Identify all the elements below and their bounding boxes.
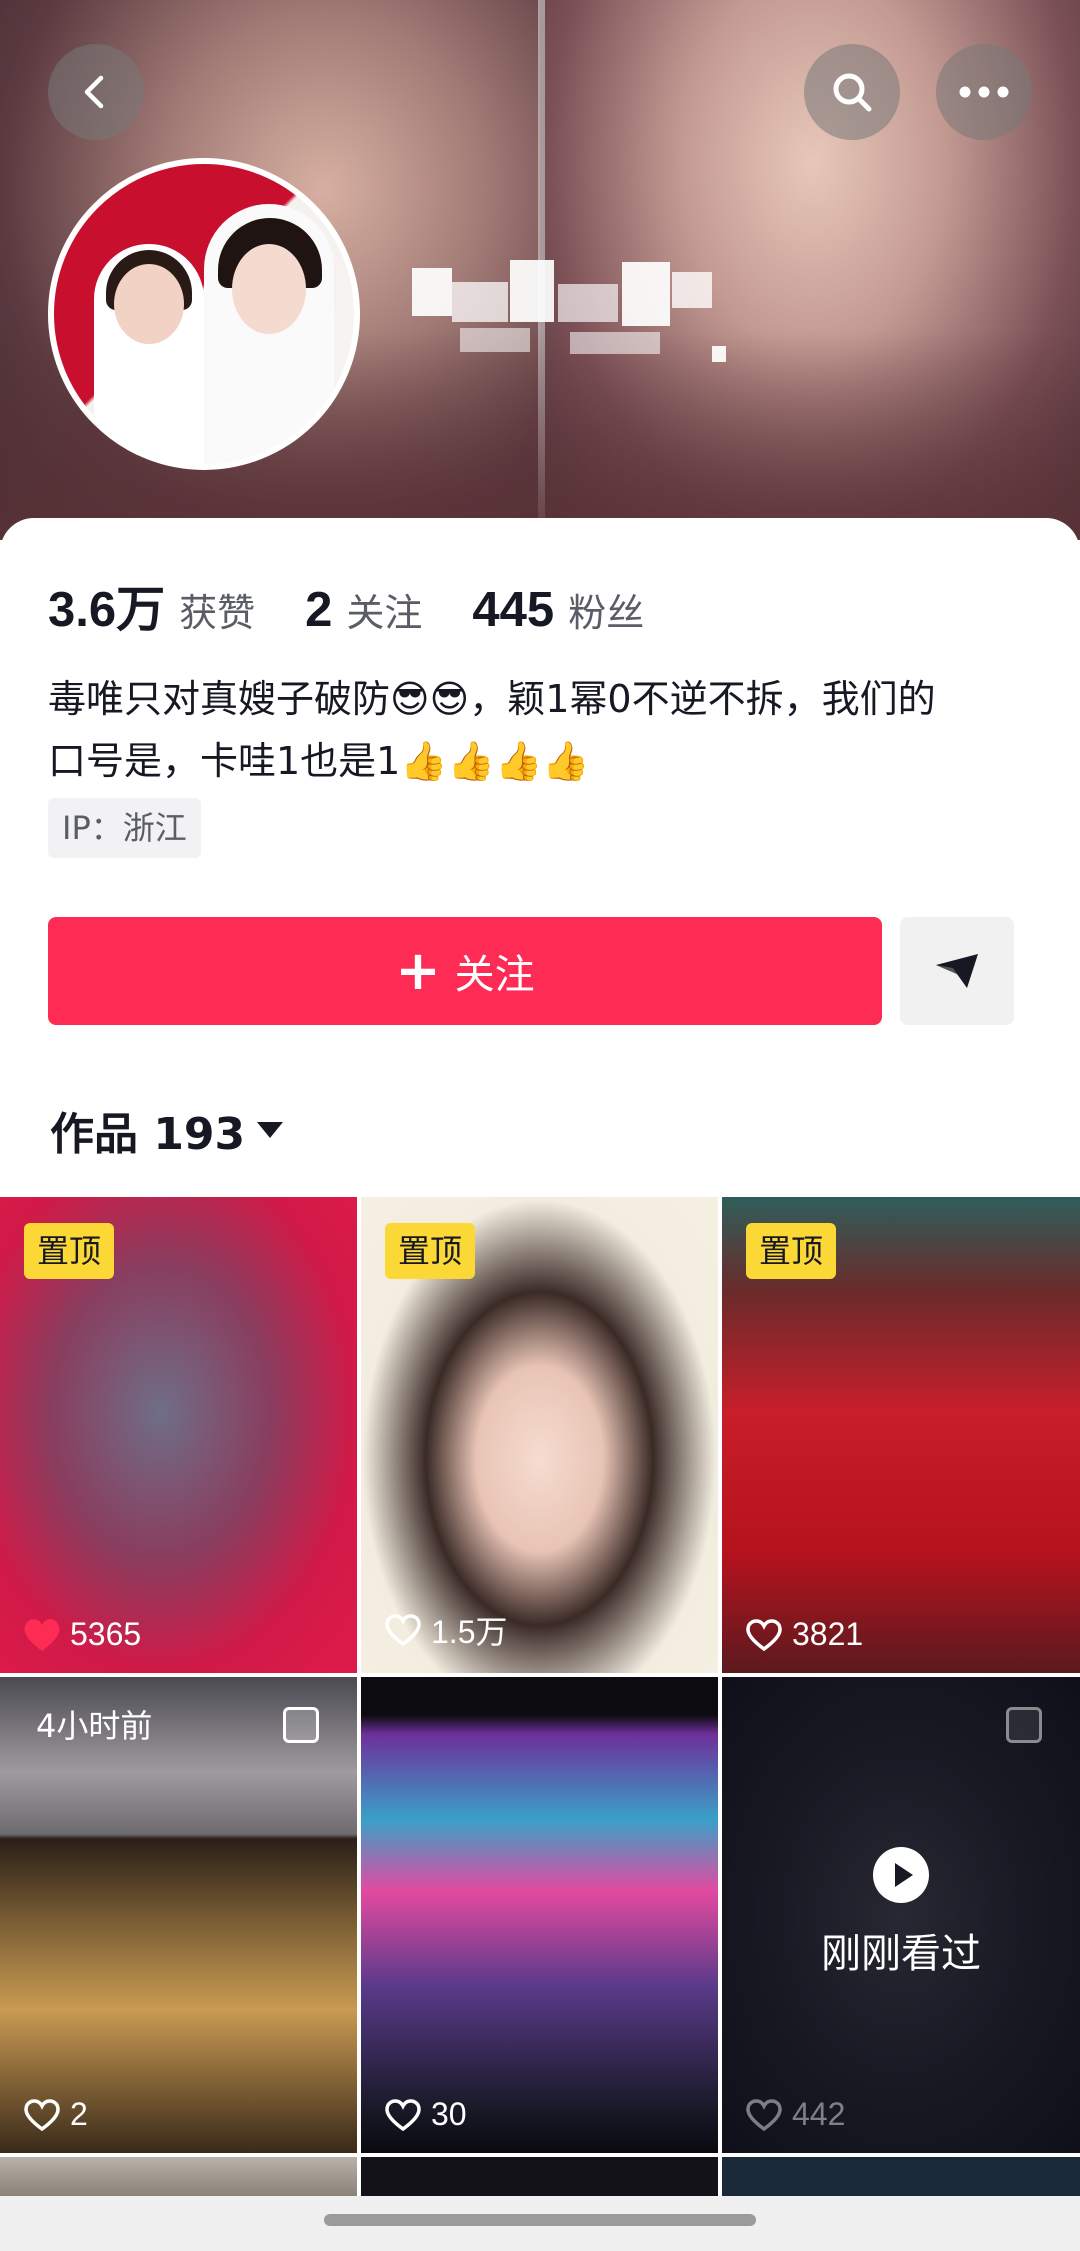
chevron-left-icon [84,75,104,109]
video-likes: 3821 [744,1616,863,1653]
heart-outline-icon [385,2098,421,2131]
tab-works[interactable]: 作品 193 [50,1098,284,1162]
video-likes: 30 [383,2096,467,2133]
avatar-figure [204,204,334,464]
follow-button[interactable]: + 关注 [48,917,882,1025]
post-time: 4小时前 [36,1707,153,1745]
back-button[interactable] [48,44,144,140]
video-tile[interactable]: 刚刚看过 442 [722,1677,1080,2153]
video-tile[interactable] [722,2157,1080,2197]
likes-count[interactable]: 3.6万 [48,570,165,641]
follow-label: 关注 [454,952,535,998]
video-likes: 2 [22,2096,88,2133]
share-button[interactable] [900,917,1014,1025]
heart-outline-icon [746,2098,782,2131]
video-tile[interactable] [0,2157,357,2197]
video-likes-count: 1.5万 [431,1614,508,1650]
video-tile[interactable]: 置顶 3821 [722,1197,1080,1673]
profile-banner [0,0,1080,540]
send-icon [936,954,978,988]
followers-count[interactable]: 445 [472,582,554,638]
video-likes-count: 3821 [792,1616,864,1652]
profile-card: 3.6万 获赞 2 关注 445 粉丝 毒唯只对真嫂子破防😎😎，颖1幂0不逆不拆… [0,518,1080,1198]
home-indicator[interactable] [324,2214,756,2226]
username-redacted [360,240,830,390]
search-button[interactable] [804,44,900,140]
select-checkbox[interactable] [1006,1707,1042,1743]
more-horizontal-icon [959,86,1009,98]
profile-stats: 3.6万 获赞 2 关注 445 粉丝 [48,570,694,637]
video-tile[interactable]: 置顶 1.5万 [361,1197,718,1673]
avatar-figure [94,244,204,464]
video-likes-count: 5365 [70,1616,142,1652]
pinned-badge: 置顶 [746,1223,837,1279]
bio-line: 毒唯只对真嫂子破防😎😎，颖1幂0不逆不拆，我们的 [48,677,936,721]
more-button[interactable] [936,44,1032,140]
bio-line: 口号是，卡哇1也是1👍👍👍👍 [48,739,590,783]
likes-label: 获赞 [179,591,256,635]
followers-label: 粉丝 [568,591,645,635]
select-checkbox[interactable] [283,1707,319,1743]
video-tile[interactable]: 30 [361,1677,718,2153]
video-likes: 1.5万 [383,1607,508,1653]
pinned-badge: 置顶 [385,1223,476,1279]
video-likes: 442 [744,2096,845,2133]
profile-page: 3.6万 获赞 2 关注 445 粉丝 毒唯只对真嫂子破防😎😎，颖1幂0不逆不拆… [0,0,1080,2251]
works-tab-label: 作品 193 [50,1109,246,1160]
video-tile[interactable]: 置顶 5365 [0,1197,357,1673]
following-label: 关注 [346,591,423,635]
heart-outline-icon [385,1614,421,1647]
recently-watched-label: 刚刚看过 [821,1931,981,1977]
ip-location-tag: IP：浙江 [48,798,201,858]
plus-icon: + [395,939,441,1002]
video-grid: 置顶 5365 置顶 1.5万 置顶 3821 4小时前 2 30 刚刚看过 4… [0,1197,1080,2197]
search-icon [833,73,872,112]
video-likes-count: 2 [70,2096,88,2132]
video-likes: 5365 [22,1616,141,1653]
following-count[interactable]: 2 [305,582,332,638]
play-icon [873,1847,929,1903]
caret-down-icon [257,1122,284,1138]
bio-text: 毒唯只对真嫂子破防😎😎，颖1幂0不逆不拆，我们的 口号是，卡哇1也是1👍👍👍👍 [48,668,1048,792]
recently-watched: 刚刚看过 [722,1847,1080,1979]
pinned-badge: 置顶 [24,1223,115,1279]
heart-outline-icon [24,2098,60,2131]
video-likes-count: 30 [431,2096,467,2132]
heart-outline-icon [746,1618,782,1651]
avatar[interactable] [48,158,360,470]
video-tile[interactable]: 4小时前 2 [0,1677,357,2153]
video-tile[interactable] [361,2157,718,2197]
video-likes-count: 442 [792,2096,846,2132]
heart-filled-icon [24,1618,60,1651]
